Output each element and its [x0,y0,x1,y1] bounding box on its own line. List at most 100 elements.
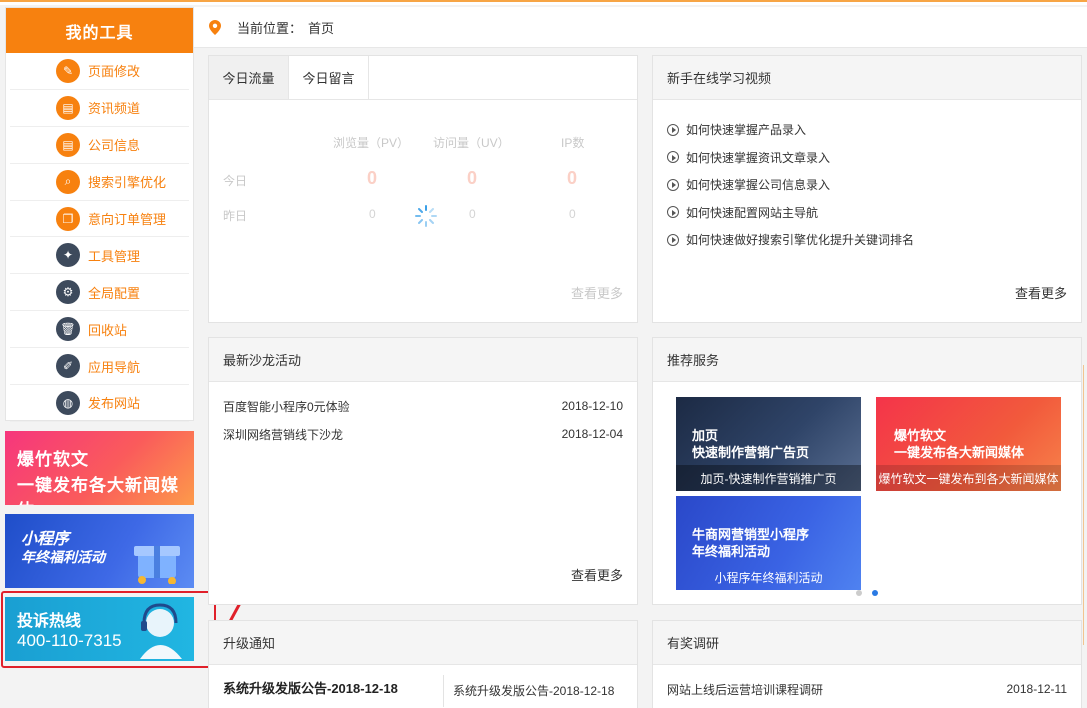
survey-panel-title: 有奖调研 [653,621,1081,665]
sidebar-item[interactable]: ◍ 发布网站 [10,385,189,422]
yesterday-pv: 0 [369,207,376,221]
sidebar-item-label: 页面修改 [88,64,141,80]
banner-miniprogram-line1: 小程序 [21,531,70,548]
service-card-jiaye[interactable]: 加页 快速制作营销广告页 加页-快速制作营销推广页 [676,397,861,491]
service-card-title: 牛商网营销型小程序 [692,527,810,542]
right-edge-line [1083,365,1087,645]
sidebar-item[interactable]: ⌕ 搜索引擎优化 [10,164,189,201]
video-item-label: 如何快速配置网站主导航 [686,205,819,220]
sidebar-item-label: 工具管理 [88,248,141,264]
location-pin-icon [209,19,221,35]
service-card-title: 加页 [692,428,719,443]
header-uv: 访问量（UV） [433,136,510,150]
salon-item-name: 深圳网络营销线下沙龙 [223,427,344,442]
video-item[interactable]: 如何快速掌握资讯文章录入 [667,144,1067,172]
list-item[interactable]: 网站上线后运营培训课程调研 2018-12-11 [653,675,1081,703]
tab-today-traffic[interactable]: 今日流量 [209,56,289,99]
carousel-dots [856,590,878,596]
sidebar-item[interactable]: ▤ 公司信息 [10,127,189,164]
highlight-frame [1,591,216,668]
news-icon: ▤ [56,95,80,120]
service-card-subtitle: 年终福利活动 [692,544,771,559]
video-panel-title: 新手在线学习视频 [653,56,1081,100]
top-accent-line [0,0,1087,5]
sidebar-item-label: 搜索引擎优化 [88,175,167,191]
search-icon: ⌕ [56,169,80,194]
carousel-dot-active[interactable] [872,590,878,596]
wrench-icon: ✦ [56,243,80,268]
sidebar-item[interactable]: ⚙ 全局配置 [10,274,189,312]
video-item[interactable]: 如何快速掌握公司信息录入 [667,171,1067,199]
salon-item-date: 2018-12-10 [561,399,623,413]
traffic-panel: 今日流量 今日留言 浏览量（PV） 访问量（UV） IP数 今日 0 0 0 昨… [208,55,638,323]
video-item-label: 如何快速掌握产品录入 [686,123,807,138]
row-today-label: 今日 [223,174,248,188]
service-card-caption: 爆竹软文一键发布到各大新闻媒体 [876,465,1061,491]
service-card-title: 爆竹软文 [894,428,947,443]
services-panel-title: 推荐服务 [653,338,1081,382]
salon-more-link[interactable]: 查看更多 [571,565,623,584]
sidebar-item[interactable]: ❐ 意向订单管理 [10,201,189,238]
play-icon [667,206,679,219]
survey-item-date: 2018-12-11 [1006,682,1068,696]
play-icon [667,178,679,191]
sidebar-item-label: 资讯频道 [88,101,141,117]
survey-panel: 有奖调研 网站上线后运营培训课程调研 2018-12-11 [652,620,1082,708]
tab-today-messages[interactable]: 今日留言 [289,56,369,99]
upgrade-main-title[interactable]: 系统升级发版公告-2018-12-18 [223,678,398,697]
gear-icon: ⚙ [56,280,80,305]
today-ip: 0 [567,168,578,188]
breadcrumb: 当前位置： 首页 [194,7,1087,48]
sidebar-item[interactable]: ✎ 页面修改 [10,53,189,90]
edit-icon: ✎ [56,58,80,83]
service-card-miniprogram[interactable]: 牛商网营销型小程序 年终福利活动 小程序年终福利活动 [676,496,861,590]
header-ip: IP数 [561,136,585,150]
banner-miniprogram-line2: 年终福利活动 [21,549,105,565]
upgrade-side-item[interactable]: 系统升级发版公告-2018-12-18 [453,682,614,699]
video-item-label: 如何快速做好搜索引擎优化提升关键词排名 [686,233,915,248]
today-pv: 0 [367,168,378,188]
sidebar-item-label: 回收站 [88,322,128,338]
banner-baozhu-line1: 爆竹软文 [17,450,89,469]
sidebar-item[interactable]: ▤ 资讯频道 [10,90,189,127]
sidebar-item-label: 全局配置 [88,285,141,301]
upgrade-panel-title: 升级通知 [209,621,637,665]
play-icon [667,151,679,164]
traffic-more-link[interactable]: 查看更多 [571,283,623,302]
survey-item-name: 网站上线后运营培训课程调研 [667,682,824,697]
yesterday-uv: 0 [469,207,476,221]
banner-baozhu-ad[interactable]: 爆竹软文 一键发布各大新闻媒体 [5,431,194,505]
sidebar-item[interactable]: 🗑 回收站 [10,311,189,349]
service-card-subtitle: 快速制作营销广告页 [692,445,810,460]
trash-icon: 🗑 [56,317,80,342]
today-uv: 0 [467,168,478,188]
list-item[interactable]: 深圳网络营销线下沙龙 2018-12-04 [209,420,637,448]
play-icon [667,123,679,136]
breadcrumb-label: 当前位置： [237,20,303,36]
salon-panel: 最新沙龙活动 百度智能小程序0元体验 2018-12-10 深圳网络营销线下沙龙… [208,337,638,605]
upgrade-panel: 升级通知 系统升级发版公告-2018-12-18 系统升级发版公告-2018-1… [208,620,638,708]
video-item[interactable]: 如何快速做好搜索引擎优化提升关键词排名 [667,226,1067,254]
video-item[interactable]: 如何快速掌握产品录入 [667,116,1067,144]
video-more-link[interactable]: 查看更多 [1015,283,1067,302]
sidebar: 我的工具 ✎ 页面修改 ▤ 资讯频道 ▤ 公司信息 ⌕ 搜索引擎优化 ❐ 意向订单管理 ✦ 工具管理 ⚙… [5,7,194,422]
service-card-baozhu[interactable]: 爆竹软文 一键发布各大新闻媒体 爆竹软文一键发布到各大新闻媒体 [876,397,1061,491]
video-item-label: 如何快速掌握资讯文章录入 [686,150,831,165]
header-pv: 浏览量（PV） [333,136,410,150]
service-card-subtitle: 一键发布各大新闻媒体 [894,445,1025,460]
service-card-caption: 小程序年终福利活动 [714,570,823,585]
breadcrumb-current[interactable]: 首页 [308,18,334,37]
sidebar-item[interactable]: ✐ 应用导航 [10,348,189,386]
play-icon [667,233,679,246]
services-panel: 推荐服务 加页 快速制作营销广告页 加页-快速制作营销推广页 爆竹软文 一键发布… [652,337,1082,605]
order-icon: ❐ [56,206,80,231]
banner-miniprogram-ad[interactable]: 小程序 年终福利活动 [5,514,194,588]
video-item[interactable]: 如何快速配置网站主导航 [667,199,1067,227]
video-item-label: 如何快速掌握公司信息录入 [686,178,831,193]
brush-icon: ✐ [56,354,80,379]
list-item[interactable]: 百度智能小程序0元体验 2018-12-10 [209,392,637,420]
carousel-dot[interactable] [856,590,862,596]
sidebar-item[interactable]: ✦ 工具管理 [10,237,189,275]
sidebar-item-label: 发布网站 [88,396,141,412]
salon-item-name: 百度智能小程序0元体验 [223,399,350,414]
